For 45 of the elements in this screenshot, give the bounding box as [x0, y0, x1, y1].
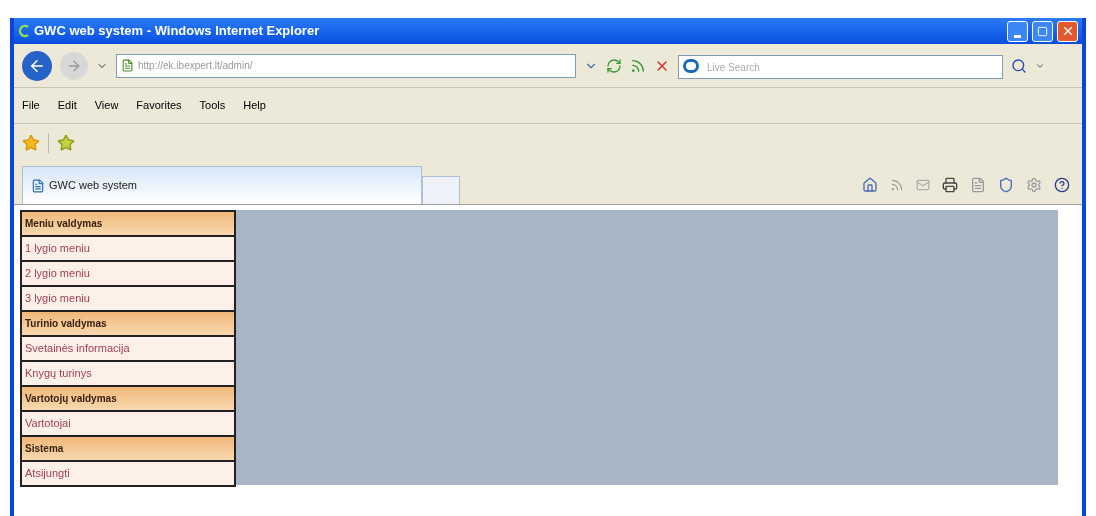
minimize-button[interactable]	[1007, 20, 1028, 42]
menu-item[interactable]: File	[22, 97, 40, 114]
menu-item[interactable]: Favorites	[136, 97, 182, 114]
page-icon[interactable]	[970, 177, 986, 193]
search-provider-icon	[683, 58, 699, 73]
feed-icon[interactable]	[890, 178, 904, 192]
menu-link[interactable]: 2 lygio meniu	[22, 262, 234, 285]
maximize-button[interactable]	[1032, 20, 1053, 42]
menu-item[interactable]: Edit	[57, 97, 77, 114]
minimize-icon	[1014, 34, 1021, 38]
safety-icon[interactable]	[998, 177, 1014, 193]
search-field[interactable]: Live Search	[678, 55, 1003, 79]
search-icon[interactable]	[1011, 57, 1027, 74]
window-title: GWC web system - Windows Internet Explorer	[34, 22, 321, 41]
section-header: Meniu valdymas	[22, 212, 234, 235]
menu-item[interactable]: Help	[243, 97, 266, 114]
add-favorite-icon[interactable]	[57, 134, 75, 152]
favorites-star-icon[interactable]	[22, 134, 40, 152]
close-button[interactable]	[1057, 20, 1078, 42]
maximize-icon	[1037, 25, 1048, 37]
menu-link[interactable]: 3 lygio meniu	[22, 287, 234, 310]
menu-item[interactable]: View	[94, 97, 119, 114]
help-icon[interactable]	[1054, 177, 1070, 193]
section-header: Vartotojų valdymas	[22, 387, 234, 410]
menu-link[interactable]: Atsijungti	[22, 462, 234, 485]
section-header: Sistema	[22, 437, 234, 460]
section-header: Turinio valdymas	[22, 312, 234, 335]
tools-icon[interactable]	[1026, 177, 1042, 193]
forward-button[interactable]	[60, 51, 88, 80]
menu-item[interactable]: Tools	[199, 97, 226, 114]
feed-icon[interactable]	[630, 57, 646, 74]
refresh-icon[interactable]	[606, 57, 622, 74]
menu-link[interactable]: Knygų turinys	[22, 362, 234, 385]
page-icon	[31, 178, 45, 193]
menu-link[interactable]: 1 lygio meniu	[22, 237, 234, 260]
menu-link[interactable]: Vartotojai	[22, 412, 234, 435]
tab[interactable]: GWC web system	[22, 166, 422, 204]
address-field[interactable]: http://ek.ibexpert.lt/admin/	[116, 53, 576, 78]
mail-icon[interactable]	[916, 178, 930, 192]
home-icon[interactable]	[862, 177, 878, 193]
back-button[interactable]	[22, 50, 52, 81]
page-icon	[121, 59, 134, 72]
print-icon[interactable]	[942, 177, 958, 193]
browser-logo-icon	[18, 24, 30, 38]
menu-link[interactable]: Svetainės informacija	[22, 337, 234, 360]
